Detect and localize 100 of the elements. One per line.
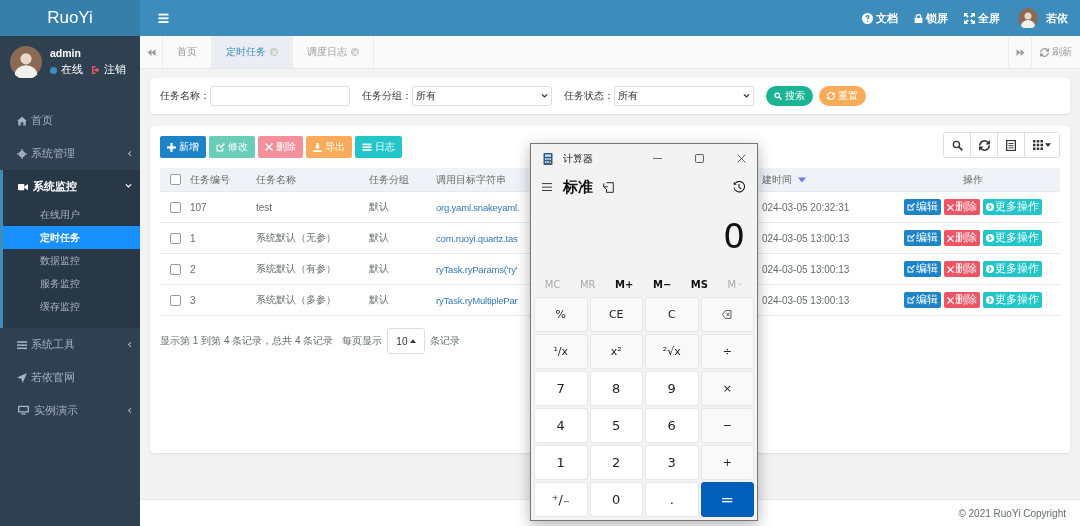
input-field[interactable] — [210, 86, 350, 106]
search-button[interactable] — [944, 133, 971, 157]
scroll-right-button[interactable] — [1008, 36, 1032, 68]
row-action-button[interactable]: 删除 — [943, 230, 980, 246]
calculator-key[interactable]: ¹/x — [534, 334, 588, 369]
sidebar-submenu-item[interactable]: 在线用户 — [3, 203, 140, 226]
sidebar-menu-item[interactable]: 实例演示 — [0, 394, 140, 427]
table-cell: 默认 — [369, 262, 389, 276]
column-header[interactable]: 建时间 — [762, 172, 792, 187]
chevron-down-icon — [541, 92, 548, 100]
close-icon[interactable] — [351, 48, 359, 56]
checkbox[interactable] — [169, 174, 181, 185]
calculator-key[interactable]: x² — [589, 334, 643, 369]
edit-icon — [906, 203, 915, 211]
invoke-target-link[interactable]: ryTask.ryParams('ry' — [436, 263, 518, 275]
calculator-key[interactable]: C — [645, 297, 699, 332]
memory-button[interactable]: MS — [690, 278, 708, 290]
sidebar-submenu-item[interactable]: 数据监控 — [3, 249, 140, 272]
calculator-key[interactable]: 1 — [534, 445, 588, 480]
row-action-button[interactable]: 删除 — [943, 261, 980, 277]
calculator-key[interactable]: 9 — [645, 371, 699, 406]
chevron-circle-icon — [985, 265, 994, 273]
calculator-key[interactable]: 7 — [534, 371, 588, 406]
checkbox[interactable] — [169, 232, 181, 244]
header-link[interactable]: 文档 — [862, 10, 898, 26]
calculator-key[interactable]: 0 — [589, 482, 643, 517]
checkbox[interactable] — [169, 263, 181, 275]
sidebar-menu-item[interactable]: 系统管理 — [0, 137, 140, 170]
caret-up-icon — [410, 339, 417, 343]
calculator-key[interactable]: 2 — [589, 445, 643, 480]
invoke-target-link[interactable]: org.yaml.snakeyaml. — [436, 201, 520, 213]
user-name[interactable]: 若依 — [1046, 10, 1068, 26]
calculator-key[interactable]: + — [700, 445, 754, 480]
logout-link[interactable]: 注销 — [104, 63, 126, 77]
calculator-key[interactable]: 4 — [534, 408, 588, 443]
row-action-button[interactable]: 删除 — [943, 292, 980, 308]
sidebar-menu-item[interactable]: 若依官网 — [0, 361, 140, 394]
sidebar-menu-item[interactable]: 系统工具 — [0, 328, 140, 361]
window-title: 计算器 — [563, 151, 593, 166]
keep-on-top-button[interactable] — [603, 181, 614, 193]
calculator-key[interactable]: 3 — [645, 445, 699, 480]
calculator-key[interactable]: . — [645, 482, 699, 517]
menu-button[interactable] — [541, 182, 553, 192]
table-cell: 1 — [190, 232, 196, 244]
chevron-left-icon — [126, 341, 132, 348]
row-action-button[interactable]: 删除 — [943, 199, 980, 215]
toolbar-button[interactable]: 新增 — [160, 136, 206, 158]
checkbox[interactable] — [169, 201, 181, 213]
memory-button[interactable]: M+ — [615, 278, 634, 290]
row-action-button[interactable]: 编辑 — [903, 199, 941, 215]
backspace-icon — [721, 310, 734, 319]
search-icon — [774, 92, 782, 100]
header-link[interactable]: 全屏 — [964, 10, 1000, 26]
memory-button[interactable]: M− — [652, 278, 672, 290]
page-tab[interactable]: 调度日志 — [293, 36, 374, 68]
row-action-button[interactable]: 编辑 — [903, 292, 941, 308]
table-cell: test — [256, 201, 273, 213]
select-field[interactable]: 所有 — [412, 86, 552, 106]
calculator-key[interactable]: % — [534, 297, 588, 332]
row-action-button[interactable]: 编辑 — [903, 261, 941, 277]
sidebar-submenu-item[interactable]: 定时任务 — [3, 226, 140, 249]
table-cell: 默认 — [369, 231, 389, 245]
history-button[interactable] — [733, 181, 745, 193]
sidebar-menu-item[interactable]: 首页 — [0, 104, 140, 137]
select-field[interactable]: 所有 — [614, 86, 754, 106]
history-icon — [733, 181, 745, 193]
video-camera-icon — [17, 181, 29, 192]
close-icon — [946, 203, 954, 211]
calculator-key[interactable]: ²√x — [645, 334, 699, 369]
calculator-key[interactable]: − — [700, 408, 754, 443]
calculator-key[interactable]: ÷ — [700, 334, 754, 369]
chevron-circle-icon — [985, 203, 994, 211]
page-tab[interactable]: 定时任务 — [212, 36, 293, 68]
table-cell: 默认 — [369, 293, 389, 307]
double-chevron-left-icon — [146, 47, 156, 57]
calculator-key[interactable]: ⁺/₋ — [534, 482, 588, 517]
refresh-icon — [1040, 47, 1049, 57]
column-header[interactable]: 操作 — [962, 172, 983, 187]
refresh-button[interactable]: 刷新 — [1032, 36, 1080, 68]
double-chevron-right-icon — [1015, 47, 1025, 57]
header-link[interactable]: 锁屏 — [914, 10, 948, 26]
checkbox[interactable] — [169, 294, 181, 306]
backspace-button[interactable] — [700, 297, 754, 332]
row-action-button[interactable]: 编辑 — [903, 230, 941, 246]
calculator-key[interactable]: CE — [589, 297, 643, 332]
equals-button[interactable]: = — [700, 482, 754, 517]
page-size-select[interactable]: 10 — [387, 328, 426, 354]
sidebar-submenu-item[interactable]: 缓存监控 — [3, 295, 140, 318]
calculator-key[interactable]: 5 — [589, 408, 643, 443]
close-icon[interactable] — [270, 48, 278, 56]
calculator-key[interactable]: 6 — [645, 408, 699, 443]
calculator-key[interactable]: 8 — [589, 371, 643, 406]
calculator-key[interactable]: × — [700, 371, 754, 406]
status-text: 在线 — [61, 63, 83, 77]
invoke-target-link[interactable]: com.ruoyi.quartz.tas — [436, 232, 518, 244]
sidebar-menu-item[interactable]: 系统监控 — [3, 170, 140, 203]
copyright-text: © 2021 RuoYi Copyright — [958, 507, 1066, 519]
sidebar-submenu-item[interactable]: 服务监控 — [3, 272, 140, 295]
invoke-target-link[interactable]: ryTask.ryMultiplePar — [436, 294, 518, 306]
close-icon — [946, 265, 954, 273]
